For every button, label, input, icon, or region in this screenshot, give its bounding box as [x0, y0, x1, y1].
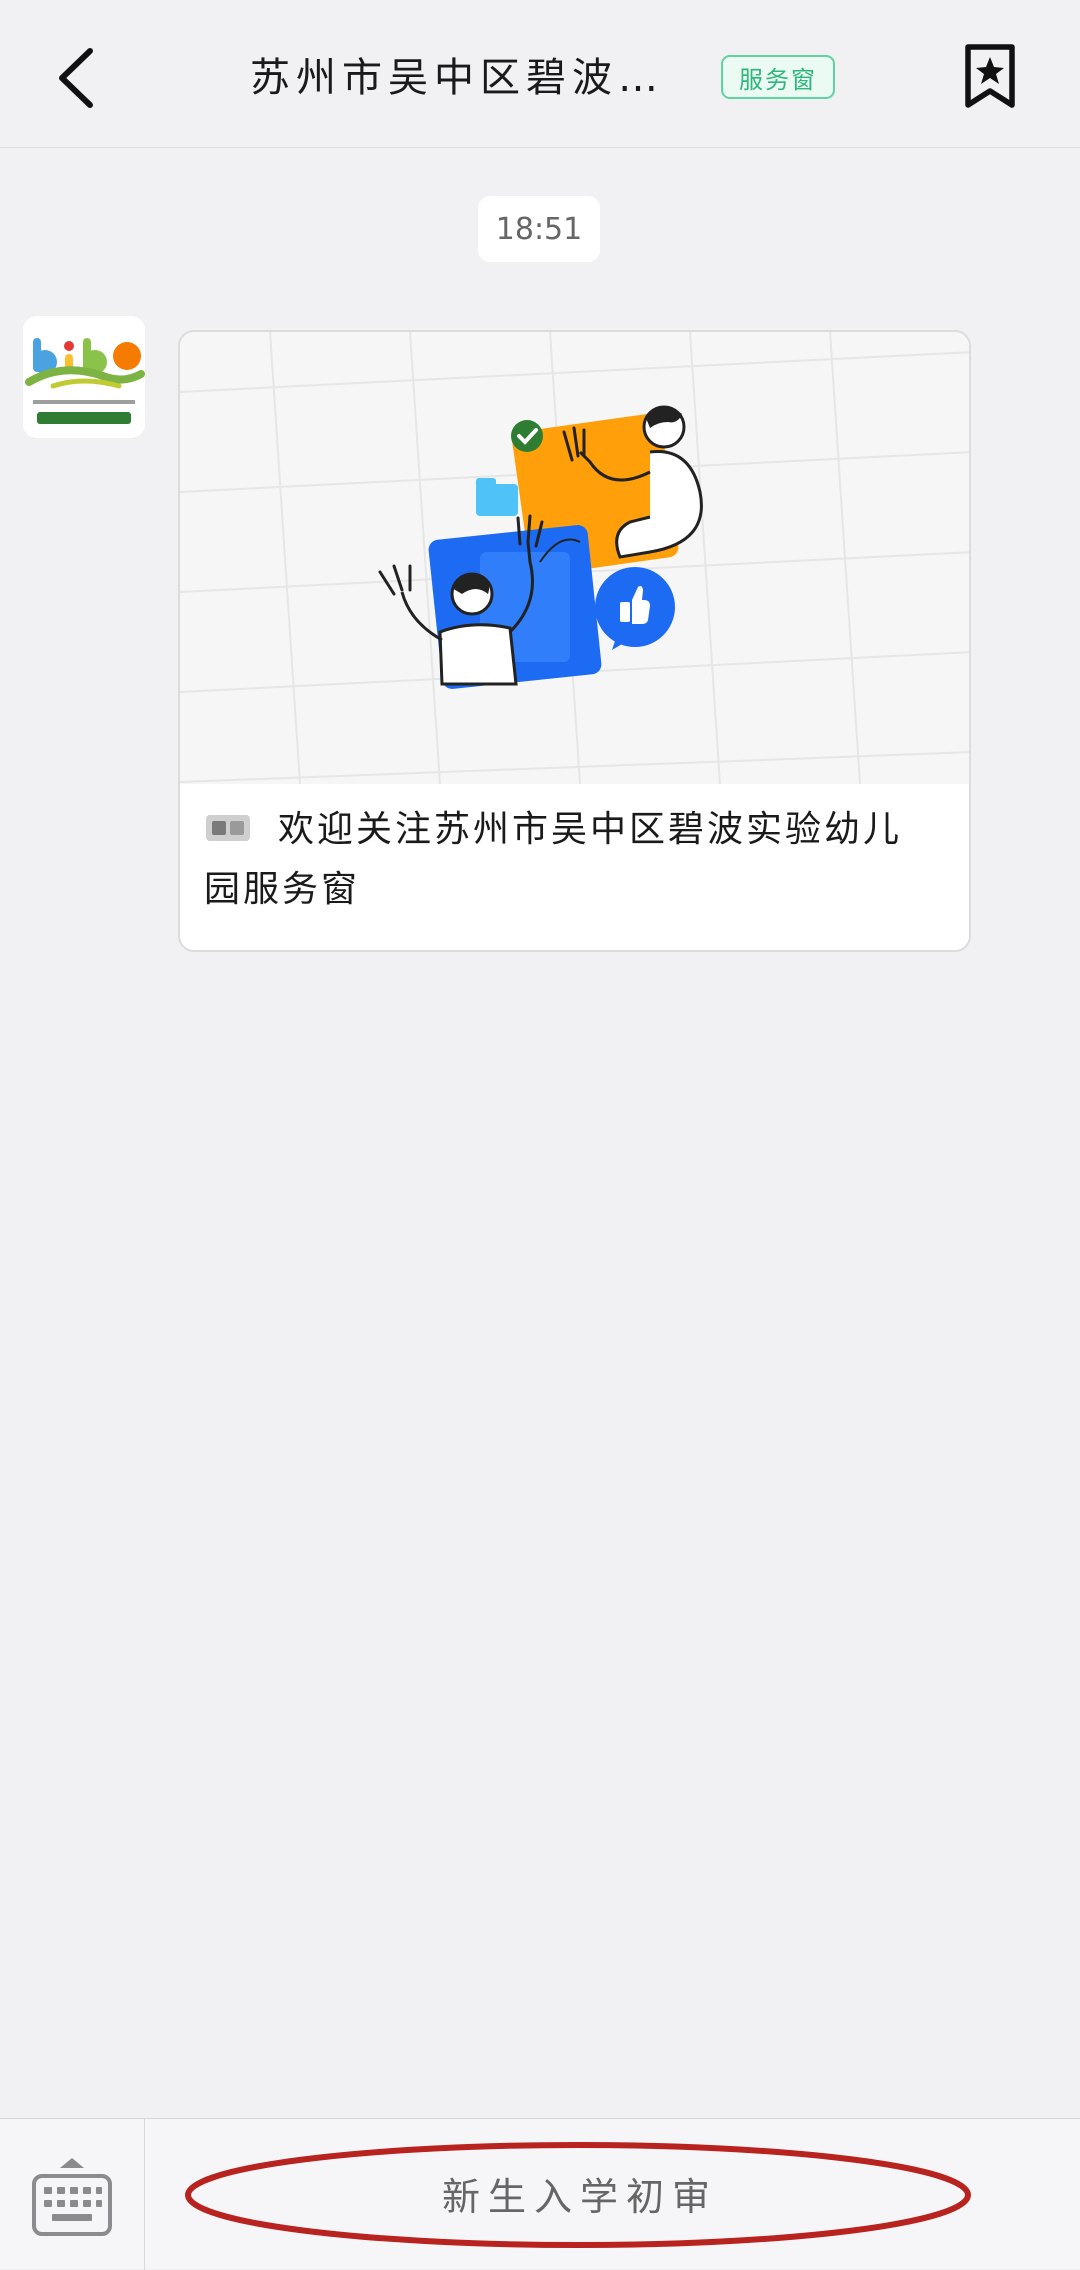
back-button[interactable]: [40, 38, 110, 118]
top-bar: 苏州市吴中区碧波… 服务窗: [0, 0, 1080, 148]
keyboard-toggle-button[interactable]: [0, 2119, 145, 2270]
thumbnail-icon: [206, 815, 250, 841]
account-avatar[interactable]: [23, 316, 145, 438]
card-illustration: [180, 332, 969, 785]
service-window-badge: 服务窗: [721, 55, 835, 99]
card-caption: 欢迎关注苏州市吴中区碧波实验幼儿园服务窗: [204, 809, 903, 910]
card-caption-row: 欢迎关注苏州市吴中区碧波实验幼儿园服务窗: [204, 800, 924, 920]
message-timestamp: 18:51: [478, 196, 600, 262]
keyboard-icon: [32, 2157, 112, 2236]
chevron-left-icon: [59, 48, 93, 108]
page-title: 苏州市吴中区碧波…: [250, 55, 664, 101]
bookmark-button[interactable]: [955, 36, 1025, 116]
kindergarten-logo-icon: [23, 316, 145, 438]
menu-item-new-student-review[interactable]: 新生入学初审: [190, 2143, 970, 2243]
welcome-message-card[interactable]: 欢迎关注苏州市吴中区碧波实验幼儿园服务窗: [178, 330, 971, 952]
bottom-menu-bar: 新生入学初审: [0, 2118, 1080, 2270]
bookmark-star-icon: [965, 44, 1015, 108]
collaboration-illustration-icon: [180, 332, 969, 785]
